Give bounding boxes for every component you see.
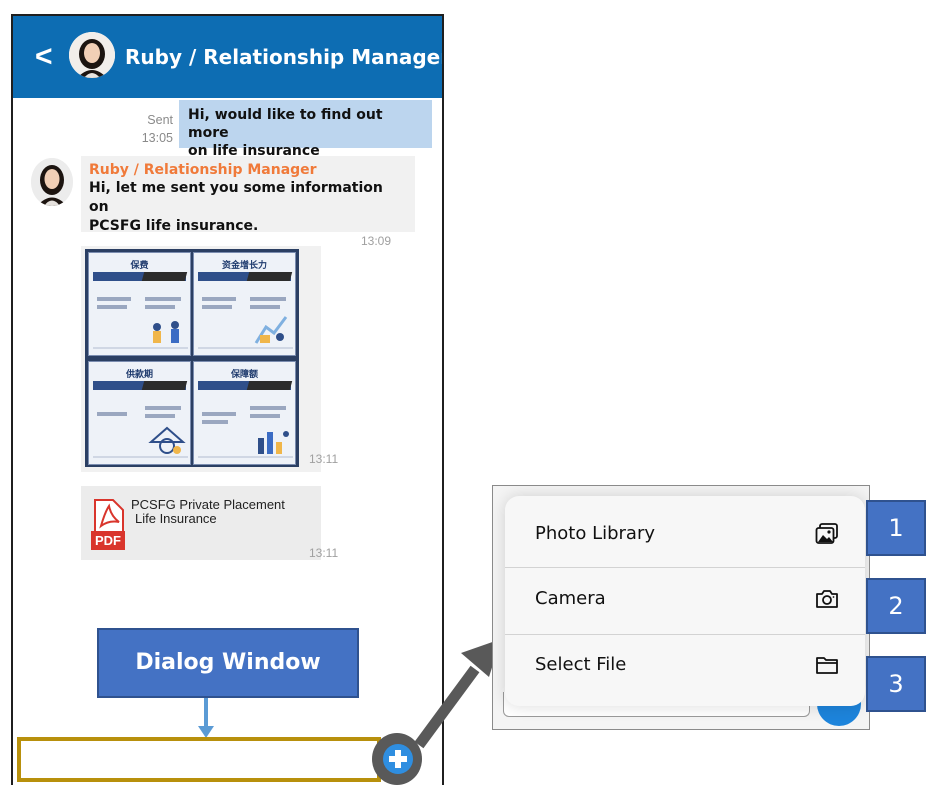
- folder-icon: [815, 654, 839, 676]
- callout-down-arrow: [198, 698, 214, 738]
- pdf-icon-label: PDF: [95, 533, 121, 548]
- sender-name: Ruby / Relationship Manager: [89, 162, 317, 178]
- infographic-panel: 资金增长力: [193, 252, 296, 356]
- message-text-line: Hi, would like to find out more: [188, 107, 383, 141]
- message-status: Sent: [147, 113, 173, 127]
- avatar[interactable]: [69, 32, 115, 78]
- panel-title: 供款期: [125, 369, 153, 379]
- image-message[interactable]: 保费 资金增长力 供款期 保障额 13:11: [81, 246, 338, 472]
- sender-avatar[interactable]: [31, 158, 73, 206]
- step-badge-2: 2: [866, 578, 926, 634]
- back-button[interactable]: <: [35, 42, 63, 72]
- attachment-menu: Photo Library Camera Select File: [492, 485, 870, 730]
- step-badge-3: 3: [866, 656, 926, 712]
- menu-item-label: Photo Library: [535, 523, 656, 544]
- chat-title: Ruby / Relationship Manager: [125, 45, 444, 69]
- message-text-line: PCSFG life insurance.: [89, 218, 259, 234]
- message-text-line: Hi, let me sent you some information on: [89, 180, 383, 215]
- step-badge-1: 1: [866, 500, 926, 556]
- outgoing-message[interactable]: Hi, would like to find out more on life …: [179, 100, 432, 159]
- photo-library-icon: [815, 523, 839, 545]
- infographic-panel: 保费: [88, 252, 191, 356]
- incoming-message[interactable]: Ruby / Relationship Manager Hi, let me s…: [81, 156, 415, 234]
- panel-title: 资金增长力: [221, 260, 267, 270]
- file-message[interactable]: PDF PCSFG Private Placement Life Insuran…: [81, 486, 338, 560]
- attachment-options: Photo Library Camera Select File: [505, 496, 865, 706]
- infographic-panel: 保障额: [193, 361, 296, 465]
- message-time: 13:05: [141, 131, 173, 145]
- infographic-panel: 供款期: [88, 361, 191, 465]
- file-name-line: Life Insurance: [135, 511, 217, 526]
- menu-item-label: Select File: [535, 654, 627, 675]
- menu-item-photo-library[interactable]: Photo Library: [505, 501, 865, 567]
- message-time: 13:09: [361, 234, 392, 248]
- panel-title: 保费: [130, 260, 149, 270]
- menu-item-select-file[interactable]: Select File: [505, 632, 865, 698]
- camera-icon: [815, 588, 839, 610]
- menu-item-camera[interactable]: Camera: [505, 566, 865, 632]
- message-time: 13:11: [309, 452, 339, 466]
- file-name-line: PCSFG Private Placement: [131, 497, 285, 512]
- message-time: 13:11: [309, 546, 339, 560]
- message-input[interactable]: [17, 737, 381, 782]
- panel-title: 保障额: [230, 369, 258, 379]
- dialog-window-callout: Dialog Window: [97, 628, 359, 698]
- message-text: Hi, let me sent you some information on …: [89, 179, 407, 236]
- menu-item-label: Camera: [535, 588, 606, 609]
- chat-header: < Ruby / Relationship Manager: [13, 16, 442, 98]
- file-name: PCSFG Private Placement Life Insurance: [131, 498, 316, 526]
- pdf-icon: PDF: [91, 498, 125, 550]
- insurance-infographic-image[interactable]: 保费 资金增长力 供款期 保障额: [85, 249, 299, 467]
